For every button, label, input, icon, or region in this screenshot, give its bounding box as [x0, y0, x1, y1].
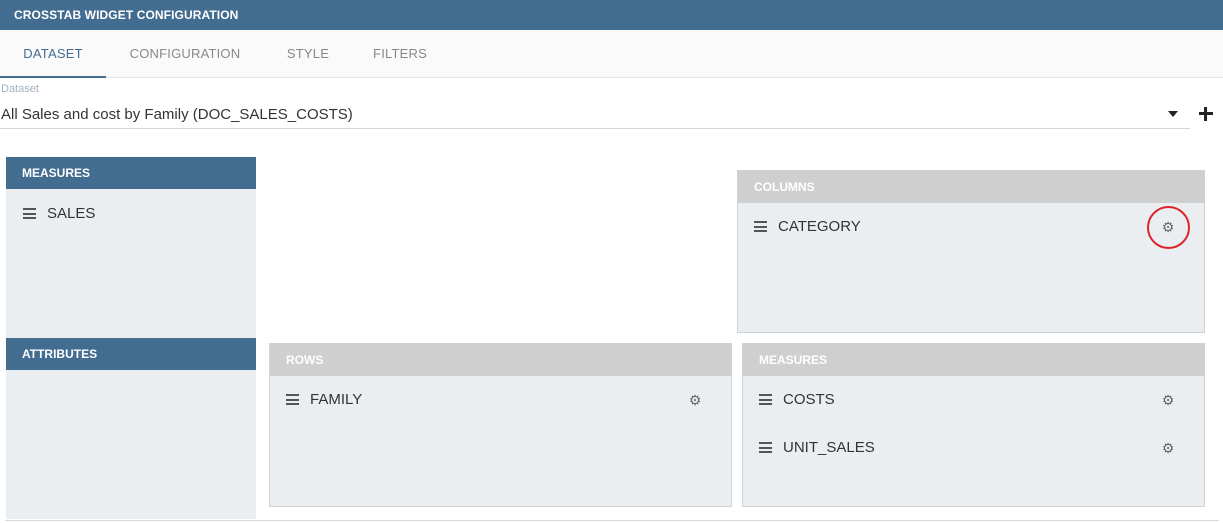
list-item-unit-sales[interactable]: UNIT_SALES [759, 436, 959, 460]
tab-filters[interactable]: FILTERS [362, 30, 438, 78]
drag-handle-icon[interactable] [286, 394, 299, 405]
columns-drop-zone[interactable]: COLUMNS [737, 170, 1205, 333]
gear-icon[interactable]: ⚙ [1161, 220, 1175, 234]
rows-header: ROWS [270, 344, 731, 376]
field-label: FAMILY [310, 391, 363, 408]
rows-drop-zone[interactable]: ROWS [269, 343, 732, 507]
dataset-label: Dataset [1, 83, 39, 95]
dataset-select[interactable]: All Sales and cost by Family (DOC_SALES_… [0, 100, 1190, 129]
caret-down-icon[interactable] [1168, 111, 1178, 117]
gear-icon[interactable]: ⚙ [1161, 393, 1175, 407]
drag-handle-icon[interactable] [23, 208, 36, 219]
drag-handle-icon[interactable] [759, 442, 772, 453]
field-label: SALES [47, 205, 96, 222]
list-item-costs[interactable]: COSTS [759, 388, 959, 412]
drag-handle-icon[interactable] [759, 394, 772, 405]
list-item-category[interactable]: CATEGORY [754, 215, 954, 239]
measures-header: MEASURES [743, 344, 1204, 376]
gear-icon[interactable]: ⚙ [1161, 441, 1175, 455]
tab-configuration[interactable]: CONFIGURATION [121, 30, 249, 78]
gear-icon[interactable]: ⚙ [688, 393, 702, 407]
tab-bar: DATASET CONFIGURATION STYLE FILTERS [0, 30, 1223, 78]
measures-drop-zone[interactable]: MEASURES [742, 343, 1205, 507]
field-label: CATEGORY [778, 218, 861, 235]
columns-header: COLUMNS [738, 171, 1204, 203]
field-label: COSTS [783, 391, 835, 408]
list-item-family[interactable]: FAMILY [286, 388, 486, 412]
sidebar-measures-header: MEASURES [6, 157, 256, 189]
list-item-sales[interactable]: SALES [23, 202, 223, 226]
tab-dataset[interactable]: DATASET [0, 30, 106, 78]
dataset-select-value: All Sales and cost by Family (DOC_SALES_… [1, 106, 353, 123]
tab-style[interactable]: STYLE [274, 30, 342, 78]
widget-title: CROSSTAB WIDGET CONFIGURATION [0, 0, 1223, 30]
drag-handle-icon[interactable] [754, 221, 767, 232]
plus-icon[interactable] [1198, 106, 1214, 122]
field-label: UNIT_SALES [783, 439, 875, 456]
sidebar-attributes-header: ATTRIBUTES [6, 338, 256, 370]
